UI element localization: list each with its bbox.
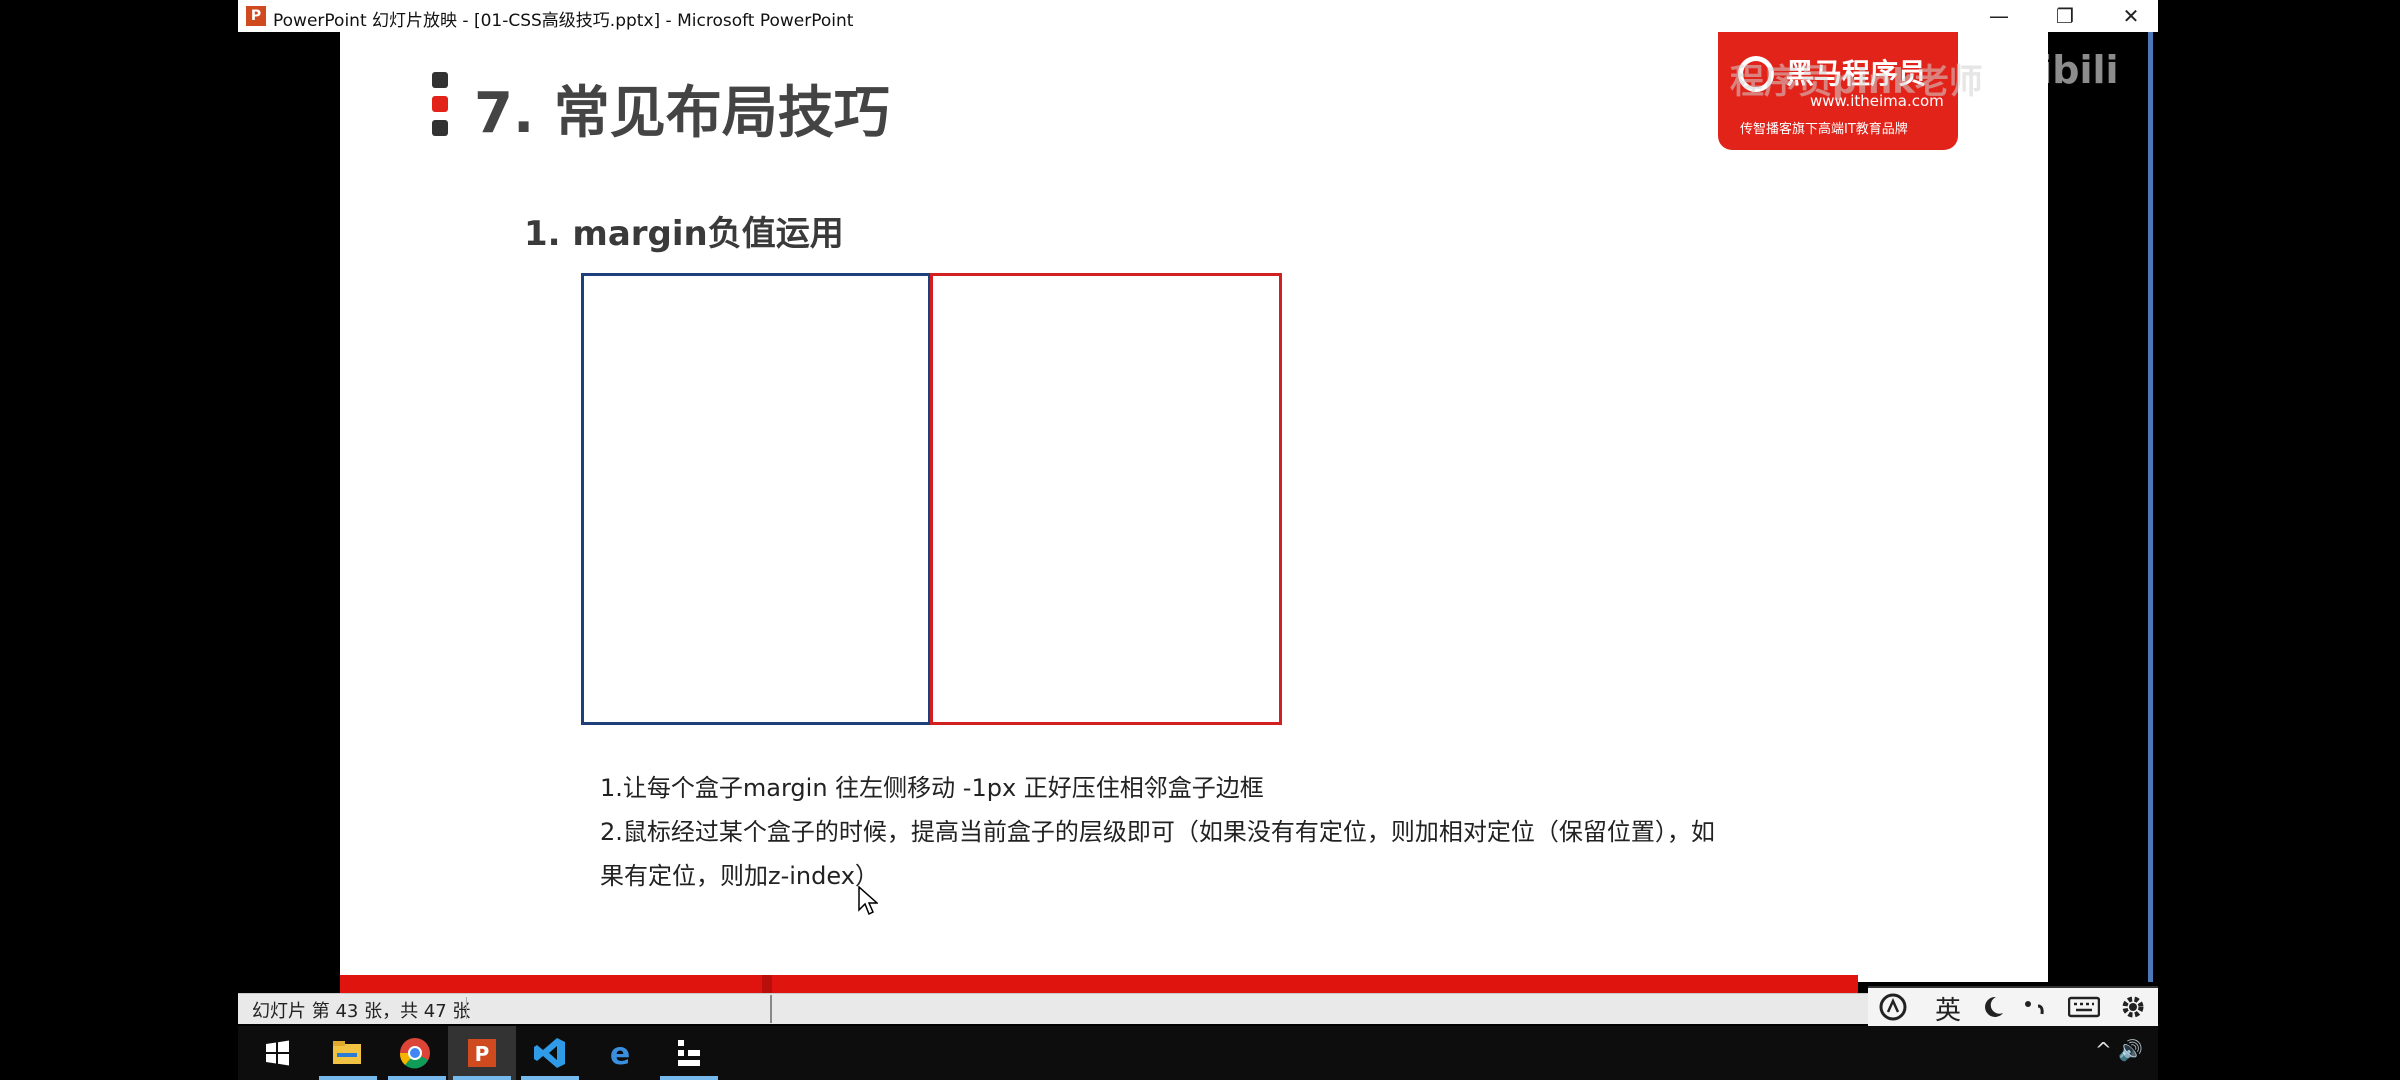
windows-start-icon[interactable] <box>258 1034 296 1072</box>
restore-button[interactable]: ❐ <box>2032 0 2098 32</box>
svg-text:P: P <box>475 1042 490 1066</box>
mouse-cursor-icon <box>858 886 878 916</box>
slide-canvas[interactable]: 7. 常见布局技巧 黑马程序员 www.itheima.com 传智播客旗下高端… <box>340 32 2048 982</box>
moon-icon[interactable] <box>1980 994 2006 1020</box>
status-divider <box>770 995 772 1023</box>
slide-subtitle: 1. margin负值运用 <box>524 214 844 254</box>
powerpoint-icon[interactable]: P <box>463 1034 501 1072</box>
note-line-2: 2.鼠标经过某个盒子的时候，提高当前盒子的层级即可（如果没有有定位，则加相对定位… <box>600 818 1715 846</box>
slide-counter: 幻灯片 第 43 张，共 47 张 <box>252 1001 471 1022</box>
system-tray[interactable]: ^ 🔊 <box>2095 1038 2143 1062</box>
punctuation-icon[interactable] <box>2022 996 2050 1020</box>
note-line-1: 1.让每个盒子margin 往左侧移动 -1px 正好压住相邻盒子边框 <box>600 774 1264 802</box>
windows-taskbar <box>238 1026 2158 1080</box>
ime-toolbar <box>1868 986 2158 1026</box>
note-line-3: 果有定位，则加z-index） <box>600 862 879 890</box>
slide-footer-bar <box>340 975 1858 993</box>
powerpoint-app-icon: P <box>246 6 266 26</box>
ime-language-toggle[interactable]: 英 <box>1935 990 1961 1027</box>
logo-tagline: 传智播客旗下高端IT教育品牌 <box>1740 122 1908 137</box>
gear-icon[interactable] <box>2118 992 2148 1022</box>
uploader-caption: 程序员pink老师 <box>1730 62 1983 102</box>
window-edge-line <box>2148 32 2153 982</box>
window-title: PowerPoint 幻灯片放映 - [01-CSS高级技巧.pptx] - M… <box>273 11 854 31</box>
chrome-icon[interactable] <box>396 1034 434 1072</box>
demo-box-right <box>930 273 1282 725</box>
taskbar-running-indicator <box>319 1076 377 1080</box>
slide-footer-divider <box>762 975 772 993</box>
keyboard-icon[interactable] <box>2068 994 2100 1020</box>
svg-text:e: e <box>610 1037 630 1072</box>
status-divider <box>466 997 467 1019</box>
edge-icon[interactable]: e <box>601 1034 639 1072</box>
app-icon[interactable] <box>670 1034 708 1072</box>
title-bullet-icon <box>432 72 448 136</box>
file-explorer-icon[interactable] <box>328 1034 366 1072</box>
demo-box-left <box>581 273 931 725</box>
taskbar-running-indicator <box>388 1076 446 1080</box>
taskbar-running-indicator <box>453 1076 511 1080</box>
taskbar-running-indicator <box>660 1076 718 1080</box>
close-button[interactable]: ✕ <box>2098 0 2164 32</box>
bilibili-watermark: bilibili <box>1986 48 2119 92</box>
slide-title: 7. 常见布局技巧 <box>474 81 890 146</box>
vscode-icon[interactable] <box>531 1034 569 1072</box>
taskbar-running-indicator <box>521 1076 579 1080</box>
minimize-button[interactable]: — <box>1966 0 2032 32</box>
input-logo-icon[interactable] <box>1876 992 1910 1022</box>
